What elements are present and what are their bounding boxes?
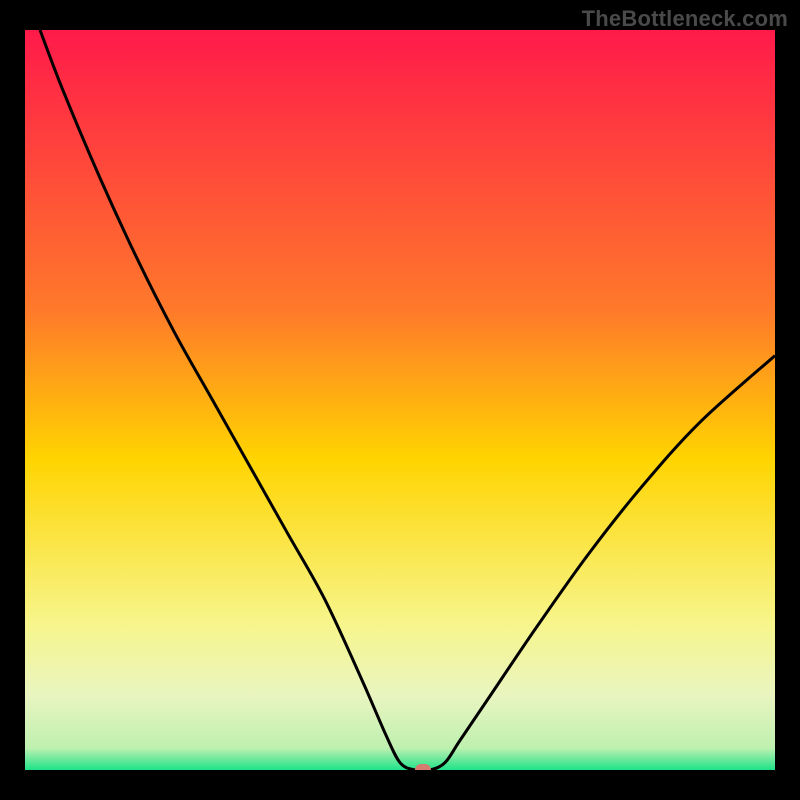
- plot-area: [25, 30, 775, 770]
- bottleneck-curve: [25, 30, 775, 770]
- watermark-text: TheBottleneck.com: [582, 6, 788, 32]
- optimal-point-marker: [415, 764, 431, 770]
- chart-container: TheBottleneck.com: [0, 0, 800, 800]
